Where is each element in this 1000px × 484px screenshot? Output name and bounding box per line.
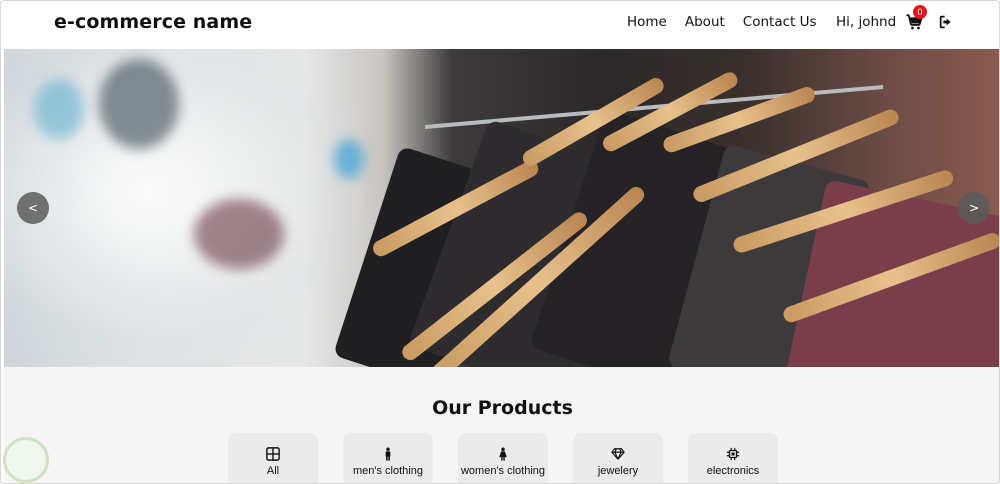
nav-home-link[interactable]: Home bbox=[627, 14, 667, 30]
user-greeting[interactable]: Hi, johnd bbox=[836, 14, 896, 30]
category-womens-button[interactable]: women's clothing bbox=[458, 433, 548, 483]
hero-blob bbox=[194, 199, 284, 269]
nav-contact-link[interactable]: Contact Us bbox=[743, 14, 817, 30]
gem-icon bbox=[611, 448, 625, 460]
hero-blob bbox=[334, 139, 364, 179]
products-title: Our Products bbox=[432, 397, 573, 419]
category-label: women's clothing bbox=[460, 465, 546, 477]
watermark-logo bbox=[3, 437, 49, 483]
nav-about-link[interactable]: About bbox=[685, 14, 725, 30]
nav-links: Home About Contact Us bbox=[627, 14, 835, 30]
category-electronics-button[interactable]: electronics bbox=[688, 433, 778, 483]
man-icon bbox=[385, 447, 391, 461]
woman-icon bbox=[499, 447, 507, 461]
category-jewelery-button[interactable]: jewelery bbox=[573, 433, 663, 483]
navbar: e-commerce name Home About Contact Us Hi… bbox=[1, 1, 999, 48]
logout-icon[interactable] bbox=[938, 14, 954, 30]
brand-name[interactable]: e-commerce name bbox=[54, 11, 252, 33]
cart-count-badge: 0 bbox=[913, 5, 927, 19]
app-window: e-commerce name Home About Contact Us Hi… bbox=[0, 0, 1000, 484]
category-label: men's clothing bbox=[353, 465, 423, 477]
carousel-next-button[interactable]: > bbox=[958, 192, 990, 224]
hero-blob bbox=[99, 59, 179, 149]
category-list: All men's clothing women's clothing jewe… bbox=[228, 433, 778, 483]
chip-icon bbox=[726, 447, 740, 461]
grid-icon bbox=[266, 447, 280, 461]
category-label: All bbox=[266, 465, 280, 477]
category-label: jewelery bbox=[597, 465, 639, 477]
category-all-button[interactable]: All bbox=[228, 433, 318, 483]
carousel-prev-button[interactable]: < bbox=[17, 192, 49, 224]
hero-blob bbox=[34, 79, 84, 139]
category-mens-button[interactable]: men's clothing bbox=[343, 433, 433, 483]
category-label: electronics bbox=[706, 465, 760, 477]
hero-carousel: < > bbox=[4, 49, 999, 367]
products-section: Our Products All men's clothing women's … bbox=[4, 367, 999, 483]
